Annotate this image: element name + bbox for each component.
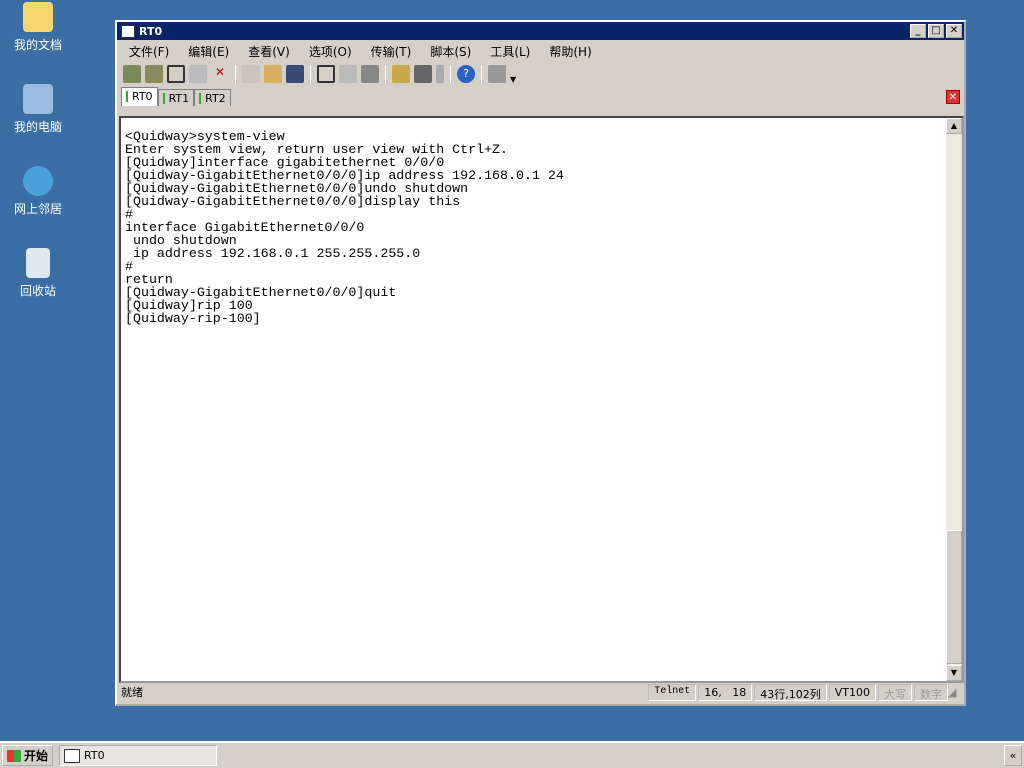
network-icon bbox=[23, 166, 53, 196]
icon-label: 回收站 bbox=[19, 284, 56, 298]
connected-indicator bbox=[162, 93, 165, 104]
status-bar: 就绪 Telnet 16, 18 43行,102列 VT100 大写 数字 ◢ bbox=[119, 682, 962, 702]
keymap-icon[interactable] bbox=[488, 65, 506, 83]
resize-grip-icon[interactable]: ◢ bbox=[948, 686, 962, 699]
windows-logo-icon bbox=[7, 749, 21, 762]
status-caps: 大写 bbox=[878, 683, 912, 701]
start-label: 开始 bbox=[24, 749, 49, 763]
menu-options[interactable]: 选项(O) bbox=[309, 43, 352, 60]
menu-view[interactable]: 查看(V) bbox=[248, 43, 290, 60]
tab-label: RT1 bbox=[168, 92, 190, 105]
close-tab-icon[interactable]: ✕ bbox=[946, 90, 960, 104]
icon-label: 我的电脑 bbox=[13, 120, 62, 134]
tab-rt0[interactable]: RT0 bbox=[121, 87, 158, 106]
window-title: RT0 bbox=[139, 24, 163, 38]
start-button[interactable]: 开始 bbox=[2, 745, 54, 766]
print-selection-icon[interactable] bbox=[339, 65, 357, 83]
tab-rt2[interactable]: RT2 bbox=[194, 89, 231, 106]
my-documents-icon bbox=[23, 2, 53, 32]
tab-rt1[interactable]: RT1 bbox=[157, 89, 195, 106]
status-ready: 就绪 bbox=[121, 686, 143, 699]
connected-indicator bbox=[126, 91, 128, 102]
vertical-scrollbar[interactable]: ▲ ▼ bbox=[946, 118, 962, 681]
task-label: RT0 bbox=[84, 749, 105, 762]
terminal-output: <Quidway>system-view Enter system view, … bbox=[125, 129, 564, 326]
taskbar-item-rt0[interactable]: RT0 bbox=[59, 745, 218, 766]
reconnect-icon[interactable] bbox=[189, 65, 207, 83]
quick-connect-icon[interactable] bbox=[145, 65, 163, 83]
desktop-icon-my-computer[interactable]: 我的电脑 bbox=[8, 84, 68, 135]
desktop-icon-my-documents[interactable]: 我的文档 bbox=[8, 2, 68, 53]
tab-label: RT0 bbox=[132, 90, 153, 103]
taskbar: 开始 RT0 « bbox=[0, 741, 1024, 768]
toolbar: ✕ ? ▼ bbox=[117, 62, 964, 86]
tray-expand-button[interactable]: « bbox=[1004, 745, 1022, 766]
connect-icon[interactable] bbox=[123, 65, 141, 83]
icon-label: 我的文档 bbox=[13, 38, 62, 52]
terminal-window: RT0 _ □ ✕ 文件(F) 编辑(E) 查看(V) 选项(O) 传输(T) … bbox=[115, 20, 966, 706]
menu-transfer[interactable]: 传输(T) bbox=[371, 43, 412, 60]
print-screen-icon[interactable] bbox=[317, 65, 335, 83]
title-bar[interactable]: RT0 _ □ ✕ bbox=[117, 22, 964, 40]
paste-icon[interactable] bbox=[264, 65, 282, 83]
status-protocol: Telnet bbox=[648, 683, 697, 701]
session-options-icon[interactable] bbox=[392, 65, 410, 83]
find-icon[interactable] bbox=[286, 65, 304, 83]
disconnect-icon[interactable]: ✕ bbox=[211, 65, 229, 83]
minimize-button[interactable]: _ bbox=[910, 24, 926, 38]
menu-help[interactable]: 帮助(H) bbox=[549, 43, 591, 60]
app-icon bbox=[121, 24, 135, 38]
key-icon[interactable] bbox=[436, 65, 444, 83]
desktop-icon-recycle-bin[interactable]: 回收站 bbox=[8, 248, 68, 299]
connect-tab-icon[interactable] bbox=[167, 65, 185, 83]
status-num: 数字 bbox=[914, 683, 948, 701]
global-options-icon[interactable] bbox=[414, 65, 432, 83]
connected-indicator bbox=[199, 93, 202, 104]
status-cursor: 16, 18 bbox=[698, 683, 753, 701]
maximize-button[interactable]: □ bbox=[928, 24, 944, 38]
tab-label: RT2 bbox=[205, 92, 226, 105]
scroll-up-button[interactable]: ▲ bbox=[946, 118, 962, 134]
status-size: 43行,102列 bbox=[754, 683, 827, 701]
desktop-icon-network[interactable]: 网上邻居 bbox=[8, 166, 68, 217]
menu-edit[interactable]: 编辑(E) bbox=[188, 43, 229, 60]
app-icon bbox=[64, 748, 81, 763]
my-computer-icon bbox=[23, 84, 53, 114]
print-icon[interactable] bbox=[361, 65, 379, 83]
menu-file[interactable]: 文件(F) bbox=[129, 43, 169, 60]
menu-bar: 文件(F) 编辑(E) 查看(V) 选项(O) 传输(T) 脚本(S) 工具(L… bbox=[117, 40, 964, 62]
scroll-thumb[interactable] bbox=[946, 530, 962, 664]
session-tabs: RT0 RT1 RT2 ✕ bbox=[117, 86, 964, 106]
help-icon[interactable]: ? bbox=[457, 65, 475, 83]
toolbar-overflow-icon[interactable]: ▼ bbox=[510, 75, 516, 84]
scroll-down-button[interactable]: ▼ bbox=[946, 665, 962, 681]
recycle-bin-icon bbox=[26, 248, 50, 278]
icon-label: 网上邻居 bbox=[13, 202, 62, 216]
menu-script[interactable]: 脚本(S) bbox=[430, 43, 471, 60]
close-button[interactable]: ✕ bbox=[946, 24, 962, 38]
terminal-area[interactable]: <Quidway>system-view Enter system view, … bbox=[119, 116, 964, 683]
status-emulation: VT100 bbox=[828, 683, 876, 701]
copy-icon[interactable] bbox=[242, 65, 260, 83]
menu-tools[interactable]: 工具(L) bbox=[490, 43, 530, 60]
